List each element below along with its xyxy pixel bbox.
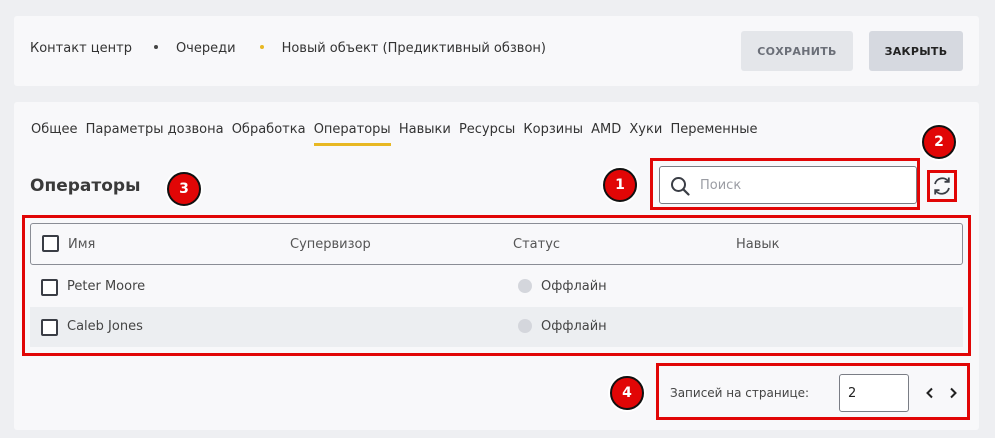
tab-baskets[interactable]: Корзины [523,122,583,137]
tab-resources[interactable]: Ресурсы [459,122,515,137]
tab-variables[interactable]: Переменные [670,122,757,137]
select-all-checkbox[interactable] [42,235,59,252]
row-checkbox[interactable] [41,279,58,296]
tab-general[interactable]: Общее [31,122,78,137]
main-panel: Общее Параметры дозвона Обработка Операт… [14,102,979,430]
tab-processing[interactable]: Обработка [232,122,306,137]
row-checkbox[interactable] [41,319,58,336]
tab-hooks[interactable]: Хуки [629,122,662,137]
save-button[interactable]: СОХРАНИТЬ [741,31,853,71]
search-input[interactable] [700,175,900,195]
column-header-name[interactable]: Имя [68,237,95,252]
table-row[interactable]: Peter Moore Оффлайн [30,267,963,307]
operator-status: Оффлайн [541,319,607,334]
tab-skills[interactable]: Навыки [399,122,451,137]
status-dot-icon [518,279,532,293]
annotation-badge-4: 4 [610,376,644,410]
column-header-status[interactable]: Статус [513,237,560,252]
section-title: Операторы [30,176,141,196]
search-box[interactable] [659,166,917,204]
operator-name: Caleb Jones [67,319,143,334]
top-bar: Контакт центр Очереди Новый объект (Предик… [14,16,979,86]
status-dot-icon [518,319,532,333]
close-button[interactable]: ЗАКРЫТЬ [869,31,963,71]
records-per-page-input[interactable] [839,374,909,412]
tab-dial-params[interactable]: Параметры дозвона [86,122,224,137]
column-header-supervisor[interactable]: Супервизор [290,237,371,252]
operator-name: Peter Moore [67,279,146,294]
breadcrumb-item-current: Новый объект (Предиктивный обзвон) [281,41,546,56]
tab-bar: Общее Параметры дозвона Обработка Операт… [31,122,762,146]
tab-amd[interactable]: AMD [591,122,621,137]
refresh-icon[interactable] [931,175,953,197]
search-icon [671,177,690,196]
breadcrumb-item-contact-center[interactable]: Контакт центр [30,41,132,56]
refresh-highlight [927,170,957,202]
breadcrumb: Контакт центр Очереди Новый объект (Предик… [30,41,546,56]
pager-highlight: Записей на странице: [656,363,970,420]
breadcrumb-separator-current [259,45,264,49]
operators-table-highlight: Имя Супервизор Статус Навык Peter Moore … [22,215,971,356]
chevron-left-icon[interactable] [923,386,937,400]
column-header-skill[interactable]: Навык [736,237,780,252]
annotation-badge-1: 1 [603,168,637,202]
search-highlight [650,158,920,210]
chevron-right-icon[interactable] [946,386,960,400]
operator-status: Оффлайн [541,279,607,294]
annotation-badge-3: 3 [167,172,201,206]
records-per-page-label: Записей на странице: [670,386,810,400]
table-row[interactable]: Caleb Jones Оффлайн [30,307,963,347]
breadcrumb-item-queues[interactable]: Очереди [176,41,236,56]
table-header: Имя Супервизор Статус Навык [30,223,963,265]
tab-operators[interactable]: Операторы [313,122,391,146]
annotation-badge-2: 2 [922,125,956,159]
breadcrumb-separator [153,45,158,49]
